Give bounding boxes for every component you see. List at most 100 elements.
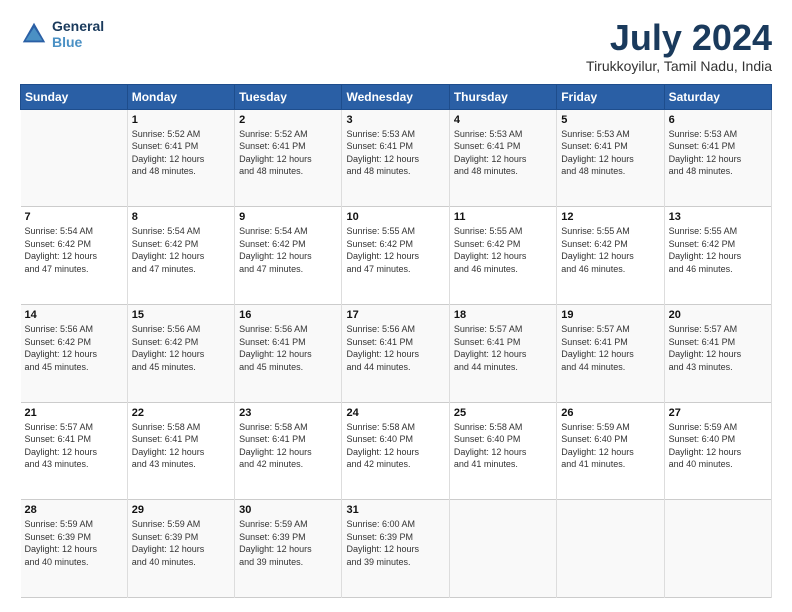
calendar-cell: 25Sunrise: 5:58 AM Sunset: 6:40 PM Dayli… [449,402,556,500]
cell-info: Sunrise: 5:57 AM Sunset: 6:41 PM Dayligh… [25,421,123,471]
calendar-table: SundayMondayTuesdayWednesdayThursdayFrid… [20,84,772,598]
cell-info: Sunrise: 5:59 AM Sunset: 6:39 PM Dayligh… [132,518,230,568]
cell-info: Sunrise: 5:54 AM Sunset: 6:42 PM Dayligh… [25,225,123,275]
day-number: 1 [132,114,230,126]
calendar-cell: 10Sunrise: 5:55 AM Sunset: 6:42 PM Dayli… [342,207,449,305]
calendar-week-row: 14 Sunrise: 5:56 AM Sunset: 6:42 PM Dayli… [21,304,772,402]
cell-info: Sunrise: 5:53 AM Sunset: 6:41 PM Dayligh… [561,128,659,178]
day-number: 26 [561,407,659,419]
calendar-cell: 23 Sunrise: 5:58 AM Sunset: 6:41 PM Dayli… [235,402,342,500]
cell-info: Sunrise: 5:56 AM Sunset: 6:41 PM Dayligh… [239,323,337,373]
cell-info: Sunrise: 5:56 AM Sunset: 6:42 PM Dayligh… [25,323,123,373]
weekday-header: Tuesday [235,84,342,109]
calendar-cell: 17 Sunrise: 5:56 AM Sunset: 6:41 PM Dayli… [342,304,449,402]
calendar-cell: 24 Sunrise: 5:58 AM Sunset: 6:40 PM Dayli… [342,402,449,500]
weekday-header: Friday [557,84,664,109]
day-number: 16 [239,309,337,321]
cell-info: Sunrise: 5:55 AM Sunset: 6:42 PM Dayligh… [669,225,767,275]
cell-info: Sunrise: 5:58 AM Sunset: 6:41 PM Dayligh… [239,421,337,471]
day-number: 22 [132,407,230,419]
calendar-cell [557,500,664,598]
calendar-cell: 29 Sunrise: 5:59 AM Sunset: 6:39 PM Dayli… [127,500,234,598]
cell-info: Sunrise: 5:59 AM Sunset: 6:39 PM Dayligh… [239,518,337,568]
calendar-cell: 31 Sunrise: 6:00 AM Sunset: 6:39 PM Dayli… [342,500,449,598]
cell-info: Sunrise: 5:58 AM Sunset: 6:40 PM Dayligh… [346,421,444,471]
day-number: 13 [669,211,767,223]
day-number: 8 [132,211,230,223]
cell-info: Sunrise: 5:57 AM Sunset: 6:41 PM Dayligh… [669,323,767,373]
title-section: July 2024 Tirukkoyilur, Tamil Nadu, Indi… [586,18,772,74]
cell-info: Sunrise: 5:55 AM Sunset: 6:42 PM Dayligh… [454,225,552,275]
cell-info: Sunrise: 5:59 AM Sunset: 6:40 PM Dayligh… [669,421,767,471]
calendar-week-row: 1 Sunrise: 5:52 AM Sunset: 6:41 PM Daylig… [21,109,772,207]
cell-info: Sunrise: 5:59 AM Sunset: 6:39 PM Dayligh… [25,518,123,568]
cell-info: Sunrise: 5:53 AM Sunset: 6:41 PM Dayligh… [454,128,552,178]
header: General Blue July 2024 Tirukkoyilur, Tam… [20,18,772,74]
cell-info: Sunrise: 5:56 AM Sunset: 6:41 PM Dayligh… [346,323,444,373]
calendar-cell: 30 Sunrise: 5:59 AM Sunset: 6:39 PM Dayli… [235,500,342,598]
calendar-cell: 5Sunrise: 5:53 AM Sunset: 6:41 PM Daylig… [557,109,664,207]
cell-info: Sunrise: 5:58 AM Sunset: 6:41 PM Dayligh… [132,421,230,471]
calendar-cell: 19 Sunrise: 5:57 AM Sunset: 6:41 PM Dayli… [557,304,664,402]
day-number: 23 [239,407,337,419]
calendar-cell: 18Sunrise: 5:57 AM Sunset: 6:41 PM Dayli… [449,304,556,402]
day-number: 20 [669,309,767,321]
calendar-cell: 20 Sunrise: 5:57 AM Sunset: 6:41 PM Dayli… [664,304,771,402]
cell-info: Sunrise: 5:57 AM Sunset: 6:41 PM Dayligh… [454,323,552,373]
day-number: 29 [132,504,230,516]
day-number: 4 [454,114,552,126]
cell-info: Sunrise: 5:57 AM Sunset: 6:41 PM Dayligh… [561,323,659,373]
weekday-header: Thursday [449,84,556,109]
day-number: 19 [561,309,659,321]
weekday-header-row: SundayMondayTuesdayWednesdayThursdayFrid… [21,84,772,109]
calendar-cell: 27Sunrise: 5:59 AM Sunset: 6:40 PM Dayli… [664,402,771,500]
calendar-cell: 6Sunrise: 5:53 AM Sunset: 6:41 PM Daylig… [664,109,771,207]
cell-info: Sunrise: 6:00 AM Sunset: 6:39 PM Dayligh… [346,518,444,568]
day-number: 2 [239,114,337,126]
day-number: 17 [346,309,444,321]
weekday-header: Saturday [664,84,771,109]
day-number: 31 [346,504,444,516]
day-number: 12 [561,211,659,223]
cell-info: Sunrise: 5:53 AM Sunset: 6:41 PM Dayligh… [669,128,767,178]
subtitle: Tirukkoyilur, Tamil Nadu, India [586,58,772,74]
calendar-cell: 3Sunrise: 5:53 AM Sunset: 6:41 PM Daylig… [342,109,449,207]
day-number: 30 [239,504,337,516]
cell-info: Sunrise: 5:52 AM Sunset: 6:41 PM Dayligh… [239,128,337,178]
day-number: 25 [454,407,552,419]
weekday-header: Sunday [21,84,128,109]
cell-info: Sunrise: 5:53 AM Sunset: 6:41 PM Dayligh… [346,128,444,178]
cell-info: Sunrise: 5:52 AM Sunset: 6:41 PM Dayligh… [132,128,230,178]
logo-text: General Blue [52,18,104,50]
cell-info: Sunrise: 5:54 AM Sunset: 6:42 PM Dayligh… [132,225,230,275]
calendar-cell: 8 Sunrise: 5:54 AM Sunset: 6:42 PM Daylig… [127,207,234,305]
main-title: July 2024 [586,18,772,58]
day-number: 24 [346,407,444,419]
logo-icon [20,20,48,48]
day-number: 9 [239,211,337,223]
page: General Blue July 2024 Tirukkoyilur, Tam… [0,0,792,612]
calendar-cell: 12 Sunrise: 5:55 AM Sunset: 6:42 PM Dayli… [557,207,664,305]
calendar-cell: 4 Sunrise: 5:53 AM Sunset: 6:41 PM Daylig… [449,109,556,207]
calendar-cell [449,500,556,598]
calendar-week-row: 21 Sunrise: 5:57 AM Sunset: 6:41 PM Dayli… [21,402,772,500]
weekday-header: Monday [127,84,234,109]
day-number: 15 [132,309,230,321]
weekday-header: Wednesday [342,84,449,109]
calendar-cell: 1 Sunrise: 5:52 AM Sunset: 6:41 PM Daylig… [127,109,234,207]
day-number: 10 [346,211,444,223]
day-number: 14 [25,309,123,321]
cell-info: Sunrise: 5:55 AM Sunset: 6:42 PM Dayligh… [561,225,659,275]
calendar-cell: 2 Sunrise: 5:52 AM Sunset: 6:41 PM Daylig… [235,109,342,207]
calendar-cell: 22 Sunrise: 5:58 AM Sunset: 6:41 PM Dayli… [127,402,234,500]
calendar-cell: 11Sunrise: 5:55 AM Sunset: 6:42 PM Dayli… [449,207,556,305]
cell-info: Sunrise: 5:59 AM Sunset: 6:40 PM Dayligh… [561,421,659,471]
calendar-week-row: 7Sunrise: 5:54 AM Sunset: 6:42 PM Daylig… [21,207,772,305]
logo: General Blue [20,18,104,50]
calendar-cell [664,500,771,598]
day-number: 21 [25,407,123,419]
calendar-week-row: 28 Sunrise: 5:59 AM Sunset: 6:39 PM Dayli… [21,500,772,598]
day-number: 28 [25,504,123,516]
cell-info: Sunrise: 5:54 AM Sunset: 6:42 PM Dayligh… [239,225,337,275]
calendar-cell: 9 Sunrise: 5:54 AM Sunset: 6:42 PM Daylig… [235,207,342,305]
